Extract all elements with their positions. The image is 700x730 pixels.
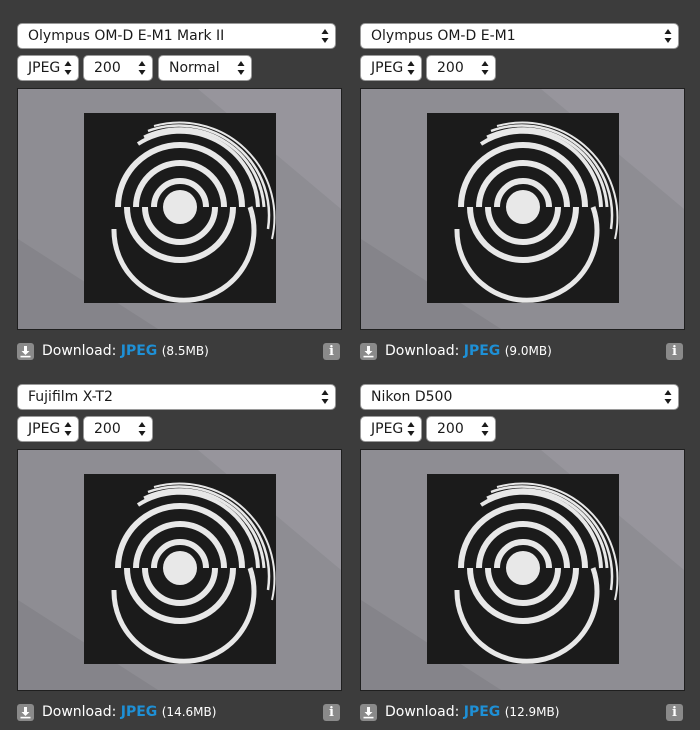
iso-select-value: 200 bbox=[437, 421, 464, 437]
info-icon[interactable]: i bbox=[666, 343, 683, 360]
download-text: Download: JPEG (12.9MB) bbox=[385, 702, 559, 722]
format-select[interactable]: JPEG bbox=[17, 55, 79, 81]
select-arrows-icon bbox=[407, 421, 415, 437]
select-arrows-icon bbox=[481, 421, 489, 437]
download-icon[interactable] bbox=[17, 704, 34, 721]
camera-select-value: Olympus OM-D E-M1 bbox=[371, 28, 516, 44]
camera-select[interactable]: Fujifilm X-T2 bbox=[17, 384, 336, 410]
sample-image[interactable] bbox=[17, 449, 342, 691]
select-arrows-icon bbox=[138, 60, 146, 76]
download-text: Download: JPEG (8.5MB) bbox=[42, 341, 209, 361]
download-row: Download: JPEG (14.6MB) i bbox=[17, 702, 340, 722]
select-arrows-icon bbox=[237, 60, 245, 76]
download-label: Download: bbox=[385, 343, 460, 359]
sample-image[interactable] bbox=[17, 88, 342, 330]
format-select[interactable]: JPEG bbox=[360, 55, 422, 81]
select-arrows-icon bbox=[138, 421, 146, 437]
download-text: Download: JPEG (14.6MB) bbox=[42, 702, 216, 722]
iso-select-value: 200 bbox=[94, 421, 121, 437]
download-text: Download: JPEG (9.0MB) bbox=[385, 341, 552, 361]
download-size: (12.9MB) bbox=[504, 705, 560, 719]
download-icon[interactable] bbox=[360, 704, 377, 721]
sample-image[interactable] bbox=[360, 449, 685, 691]
download-jpeg-link[interactable]: JPEG bbox=[464, 704, 501, 720]
download-jpeg-link[interactable]: JPEG bbox=[464, 343, 501, 359]
download-label: Download: bbox=[42, 704, 117, 720]
iso-select[interactable]: 200 bbox=[83, 55, 153, 81]
download-label: Download: bbox=[42, 343, 117, 359]
format-select-value: JPEG bbox=[28, 421, 61, 437]
sample-image[interactable] bbox=[360, 88, 685, 330]
select-arrows-icon bbox=[64, 60, 72, 76]
download-icon[interactable] bbox=[360, 343, 377, 360]
select-arrows-icon bbox=[664, 389, 672, 405]
download-row: Download: JPEG (8.5MB) i bbox=[17, 341, 340, 361]
camera-select[interactable]: Olympus OM-D E-M1 bbox=[360, 23, 679, 49]
format-select-value: JPEG bbox=[371, 421, 404, 437]
camera-select[interactable]: Nikon D500 bbox=[360, 384, 679, 410]
download-icon[interactable] bbox=[17, 343, 34, 360]
iso-select[interactable]: 200 bbox=[83, 416, 153, 442]
select-arrows-icon bbox=[321, 389, 329, 405]
download-size: (9.0MB) bbox=[504, 344, 552, 358]
quality-select-value: Normal bbox=[169, 60, 220, 76]
info-icon[interactable]: i bbox=[323, 704, 340, 721]
format-select[interactable]: JPEG bbox=[360, 416, 422, 442]
select-arrows-icon bbox=[481, 60, 489, 76]
camera-select-value: Olympus OM-D E-M1 Mark II bbox=[28, 28, 225, 44]
iso-select-value: 200 bbox=[437, 60, 464, 76]
download-jpeg-link[interactable]: JPEG bbox=[121, 704, 158, 720]
select-arrows-icon bbox=[664, 28, 672, 44]
format-select[interactable]: JPEG bbox=[17, 416, 79, 442]
download-row: Download: JPEG (9.0MB) i bbox=[360, 341, 683, 361]
camera-select[interactable]: Olympus OM-D E-M1 Mark II bbox=[17, 23, 336, 49]
download-label: Download: bbox=[385, 704, 460, 720]
iso-select-value: 200 bbox=[94, 60, 121, 76]
quality-select[interactable]: Normal bbox=[158, 55, 252, 81]
iso-select[interactable]: 200 bbox=[426, 55, 496, 81]
download-jpeg-link[interactable]: JPEG bbox=[121, 343, 158, 359]
iso-select[interactable]: 200 bbox=[426, 416, 496, 442]
format-select-value: JPEG bbox=[371, 60, 404, 76]
select-arrows-icon bbox=[321, 28, 329, 44]
download-size: (8.5MB) bbox=[161, 344, 209, 358]
info-icon[interactable]: i bbox=[323, 343, 340, 360]
download-row: Download: JPEG (12.9MB) i bbox=[360, 702, 683, 722]
download-size: (14.6MB) bbox=[161, 705, 217, 719]
camera-select-value: Fujifilm X-T2 bbox=[28, 389, 113, 405]
select-arrows-icon bbox=[64, 421, 72, 437]
format-select-value: JPEG bbox=[28, 60, 61, 76]
camera-select-value: Nikon D500 bbox=[371, 389, 453, 405]
select-arrows-icon bbox=[407, 60, 415, 76]
info-icon[interactable]: i bbox=[666, 704, 683, 721]
